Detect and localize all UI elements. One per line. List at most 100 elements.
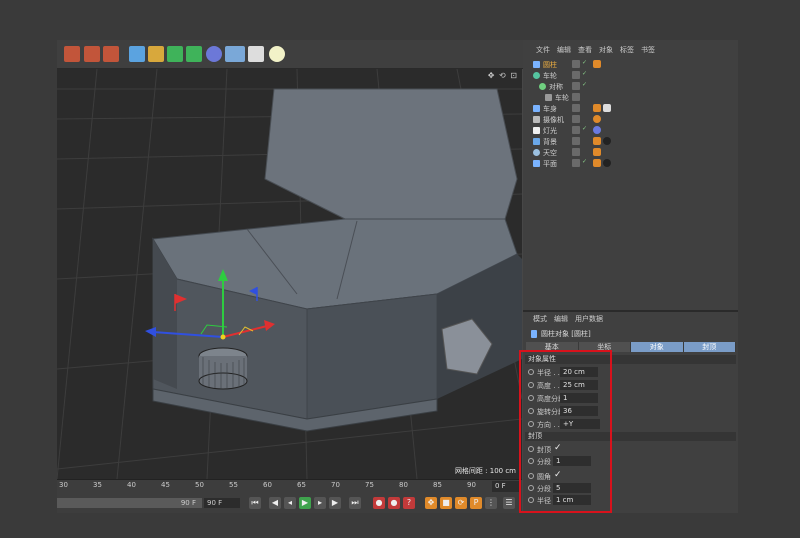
- enabled-check-icon[interactable]: ✓: [582, 125, 587, 132]
- light-icon[interactable]: [269, 46, 285, 62]
- animate-dot-icon[interactable]: [528, 458, 534, 464]
- render-picture-viewer-icon[interactable]: [84, 46, 100, 62]
- floor-icon[interactable]: [225, 46, 245, 62]
- orientation-dropdown[interactable]: +Y: [560, 419, 600, 429]
- menu-objects[interactable]: 对象: [599, 45, 613, 56]
- target-tag-icon[interactable]: [593, 126, 601, 134]
- object-row-cylinder[interactable]: 圆柱 ✓: [523, 59, 738, 70]
- compositing-tag-icon[interactable]: [593, 148, 601, 156]
- cap-segments-field[interactable]: 1: [553, 456, 591, 466]
- end-frame-field[interactable]: 90 F: [204, 498, 240, 508]
- tab-coordinates[interactable]: 坐标: [578, 342, 631, 352]
- visibility-toggle[interactable]: [572, 148, 580, 156]
- menu-mode[interactable]: 模式: [533, 314, 547, 324]
- previous-frame-icon[interactable]: ◂: [284, 497, 296, 509]
- tab-basic[interactable]: 基本: [526, 342, 579, 352]
- object-row-wheel[interactable]: 车轮 ✓: [523, 70, 738, 81]
- render-settings-icon[interactable]: [103, 46, 119, 62]
- previous-key-icon[interactable]: ◀: [269, 497, 281, 509]
- menu-view[interactable]: 查看: [578, 45, 592, 56]
- menu-bookmarks[interactable]: 书签: [641, 45, 655, 56]
- next-frame-icon[interactable]: ▸: [314, 497, 326, 509]
- animate-dot-icon[interactable]: [528, 395, 534, 401]
- visibility-toggle[interactable]: [572, 71, 580, 79]
- record-keyframe-icon[interactable]: ●: [373, 497, 385, 509]
- animate-dot-icon[interactable]: [528, 446, 534, 452]
- menu-attr-edit[interactable]: 编辑: [554, 314, 568, 324]
- visibility-toggle[interactable]: [572, 60, 580, 68]
- object-row-background[interactable]: 背景: [523, 136, 738, 147]
- visibility-toggle[interactable]: [572, 104, 580, 112]
- rotate-key-icon[interactable]: ⟳: [455, 497, 467, 509]
- scale-key-icon[interactable]: ■: [440, 497, 452, 509]
- menu-user-data[interactable]: 用户数据: [575, 314, 603, 324]
- animate-dot-icon[interactable]: [528, 497, 534, 503]
- render-view-icon[interactable]: [64, 46, 80, 62]
- tab-caps[interactable]: 封顶: [683, 342, 736, 352]
- object-row-symmetry[interactable]: 对称 ✓: [523, 81, 738, 92]
- current-frame-field[interactable]: 0 F: [492, 481, 520, 492]
- object-row-wheel-child[interactable]: 车轮: [523, 92, 738, 103]
- next-key-icon[interactable]: ▶: [329, 497, 341, 509]
- checker-material-icon[interactable]: [603, 104, 611, 112]
- frame-range-slider[interactable]: 90 F: [57, 498, 202, 508]
- panel-divider[interactable]: [523, 310, 738, 312]
- protection-tag-icon[interactable]: [593, 115, 601, 123]
- material-tag-icon[interactable]: [603, 159, 611, 167]
- object-row-sky[interactable]: 天空: [523, 147, 738, 158]
- object-row-plane[interactable]: 平面 ✓: [523, 158, 738, 169]
- object-row-light[interactable]: 灯光 ✓: [523, 125, 738, 136]
- deformer-icon[interactable]: [206, 46, 222, 62]
- viewport-nav-icons[interactable]: ✥ ⟲ ⊡: [488, 71, 518, 80]
- object-row-camera[interactable]: 摄像机: [523, 114, 738, 125]
- auto-keyframe-icon[interactable]: ●: [388, 497, 400, 509]
- radius-field[interactable]: 20 cm: [560, 367, 598, 377]
- visibility-toggle[interactable]: [572, 82, 580, 90]
- parameter-key-icon[interactable]: P: [470, 497, 482, 509]
- visibility-toggle[interactable]: [572, 159, 580, 167]
- point-level-icon[interactable]: ⋮: [485, 497, 497, 509]
- fillet-checkbox[interactable]: ✓: [554, 470, 562, 480]
- animate-dot-icon[interactable]: [528, 485, 534, 491]
- compositing-tag-icon[interactable]: [593, 159, 601, 167]
- timeline-ruler[interactable]: 30 35 40 45 50 55 60 65 70 75 80 85 90 0…: [57, 479, 522, 494]
- move-key-icon[interactable]: ✥: [425, 497, 437, 509]
- enabled-check-icon[interactable]: ✓: [582, 70, 587, 77]
- go-to-end-icon[interactable]: ⏭: [349, 497, 361, 509]
- material-tag-icon[interactable]: [603, 137, 611, 145]
- enabled-check-icon[interactable]: ✓: [582, 59, 587, 66]
- play-icon[interactable]: ▶: [299, 497, 311, 509]
- cube-icon[interactable]: [129, 46, 145, 62]
- animate-dot-icon[interactable]: [528, 382, 534, 388]
- menu-tags[interactable]: 标签: [620, 45, 634, 56]
- subdivision-surface-icon[interactable]: [167, 46, 183, 62]
- enabled-check-icon[interactable]: ✓: [582, 158, 587, 165]
- caps-checkbox[interactable]: ✓: [554, 443, 562, 453]
- tab-object[interactable]: 对象: [631, 342, 684, 352]
- enabled-check-icon[interactable]: ✓: [582, 81, 587, 88]
- keyframe-selection-icon[interactable]: ?: [403, 497, 415, 509]
- camera-icon[interactable]: [248, 46, 264, 62]
- pen-icon[interactable]: [148, 46, 164, 62]
- height-segments-field[interactable]: 1: [560, 393, 598, 403]
- cloner-icon[interactable]: [186, 46, 202, 62]
- animate-dot-icon[interactable]: [528, 421, 534, 427]
- height-field[interactable]: 25 cm: [560, 380, 598, 390]
- visibility-toggle[interactable]: [572, 126, 580, 134]
- phong-tag-icon[interactable]: [593, 60, 601, 68]
- phong-tag-icon[interactable]: [593, 104, 601, 112]
- animate-dot-icon[interactable]: [528, 369, 534, 375]
- menu-edit[interactable]: 编辑: [557, 45, 571, 56]
- fillet-radius-field[interactable]: 1 cm: [553, 495, 591, 505]
- rotation-segments-field[interactable]: 36: [560, 406, 598, 416]
- compositing-tag-icon[interactable]: [593, 137, 601, 145]
- animate-dot-icon[interactable]: [528, 408, 534, 414]
- animate-dot-icon[interactable]: [528, 473, 534, 479]
- go-to-start-icon[interactable]: ⏮: [249, 497, 261, 509]
- visibility-toggle[interactable]: [572, 115, 580, 123]
- timeline-menu-icon[interactable]: ☰: [503, 497, 515, 509]
- fillet-segments-field[interactable]: 5: [553, 483, 591, 493]
- menu-file[interactable]: 文件: [536, 45, 550, 56]
- perspective-viewport[interactable]: ✥ ⟲ ⊡ 网格间距 : 100 cm: [57, 69, 522, 479]
- object-row-body[interactable]: 车身: [523, 103, 738, 114]
